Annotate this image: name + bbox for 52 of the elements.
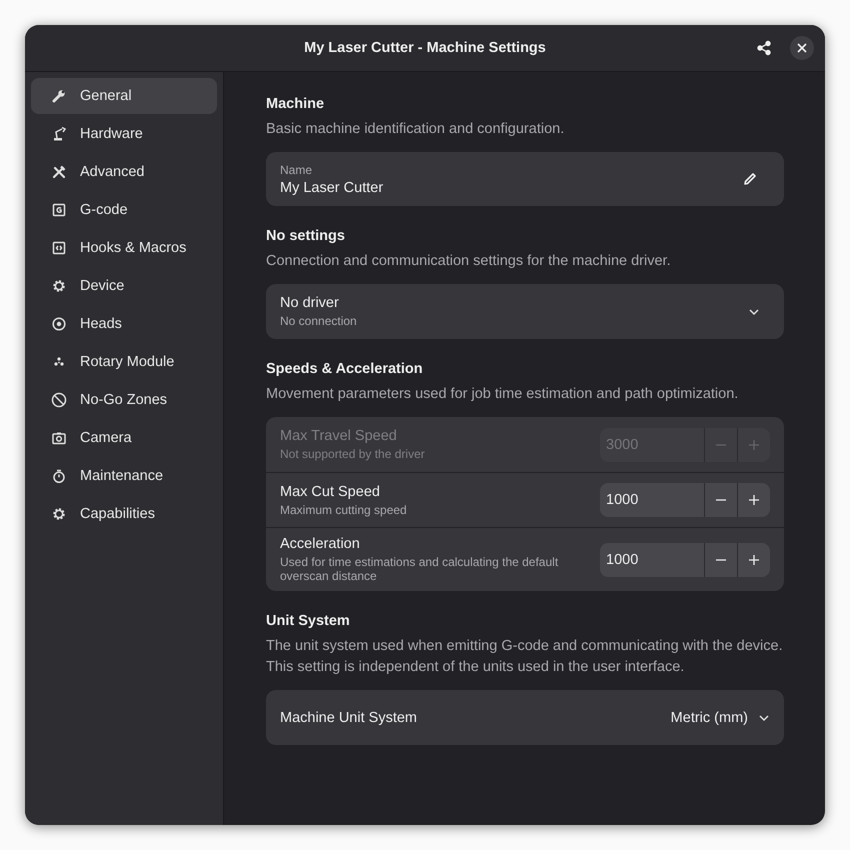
wrench-icon: [51, 88, 67, 104]
row-title: Max Travel Speed: [280, 428, 398, 444]
stopwatch-icon: [51, 468, 67, 484]
section-title: Speeds & Acceleration: [266, 361, 424, 377]
section-description: Movement parameters used for job time estimation and path optimization.: [266, 385, 740, 404]
section-description: Basic machine identification and configuration.: [266, 120, 566, 139]
row-title: Max Cut Speed: [280, 484, 381, 500]
sidebar-item[interactable]: Hardware: [31, 116, 217, 152]
gear-icon: [51, 506, 67, 522]
row-title: Machine Unit System: [280, 710, 417, 726]
close-button[interactable]: [790, 36, 814, 60]
row-title: Acceleration: [280, 536, 361, 552]
code-square-icon: [51, 202, 67, 218]
section-description: Connection and communication settings for the machine driver.: [266, 252, 672, 271]
window-title: My Laser Cutter - Machine Settings: [303, 40, 547, 56]
section-description: The unit system used when emitting G-code and communicating with the device. This setting is independent of the units used in the user interface.: [266, 637, 784, 677]
share-icon: [756, 40, 772, 56]
sidebar-item[interactable]: No-Go Zones: [31, 382, 217, 418]
close-icon: [797, 43, 807, 53]
code-square-icon: [51, 240, 67, 256]
target-icon: [51, 316, 67, 332]
sidebar-item[interactable]: Rotary Module: [31, 344, 217, 380]
section-title: Machine: [266, 96, 326, 112]
plus-icon: [748, 438, 760, 450]
unit-dropdown[interactable]: Metric (mm): [670, 710, 770, 726]
prohibited-icon: [51, 392, 67, 408]
sidebar-item[interactable]: General: [31, 78, 217, 114]
spin-button[interactable]: 1000: [600, 542, 770, 576]
plus-icon: [748, 494, 760, 506]
row-subtitle: Used for time estimations and calculating the default overscan distance: [280, 555, 560, 583]
camera-icon: [51, 430, 67, 446]
sidebar-item[interactable]: Advanced: [31, 154, 217, 190]
section-title: Unit System: [266, 613, 351, 629]
robot-arm-icon: [51, 126, 67, 142]
tools-icon: [51, 164, 67, 180]
sidebar-item[interactable]: Device: [31, 268, 217, 304]
gear-icon: [51, 278, 67, 294]
sidebar-item[interactable]: Heads: [31, 306, 217, 342]
value-field[interactable]: 1000: [600, 483, 704, 517]
row-subtitle: Not supported by the driver: [280, 447, 426, 461]
sidebar-item[interactable]: Hooks & Macros: [31, 230, 217, 266]
name-field[interactable]: Name My Laser Cutter: [266, 152, 784, 206]
driver-dropdown[interactable]: No driver No connection: [266, 284, 784, 339]
sidebar-item[interactable]: Capabilities: [31, 496, 217, 532]
row-subtitle: Maximum cutting speed: [280, 502, 408, 516]
spin-button[interactable]: 1000: [600, 483, 770, 517]
value-field[interactable]: 1000: [600, 542, 704, 576]
plus-icon: [748, 554, 760, 566]
sidebar-item[interactable]: G-code: [31, 192, 217, 228]
sidebar-item[interactable]: Maintenance: [31, 458, 217, 494]
section-title: No settings: [266, 228, 346, 244]
sidebar-item[interactable]: Camera: [31, 420, 217, 456]
